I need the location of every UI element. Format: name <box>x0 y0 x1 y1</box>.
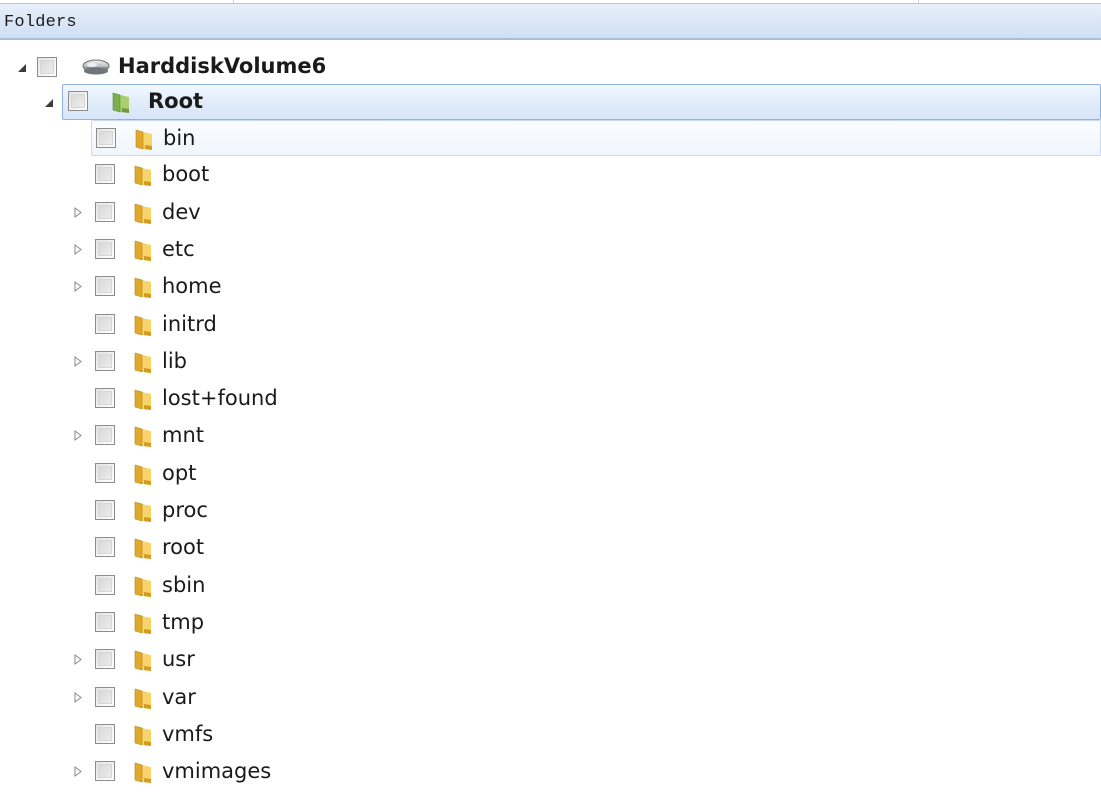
tree-node-folder[interactable]: bin <box>91 120 1101 156</box>
folder-checkbox[interactable] <box>95 761 115 782</box>
folder-checkbox[interactable] <box>95 649 115 670</box>
folder-label: lost+found <box>162 386 278 411</box>
collapsed-arrow-icon[interactable] <box>73 206 83 218</box>
folder-label: initrd <box>162 311 217 336</box>
folder-icon <box>134 762 151 784</box>
hard-drive-icon <box>82 59 110 75</box>
tree-node-folder[interactable]: lib <box>0 344 1101 380</box>
folder-icon <box>134 315 151 336</box>
tree-node-folder[interactable]: initrd <box>0 307 1101 343</box>
volume-label: HarddiskVolume6 <box>118 54 327 78</box>
folder-icon <box>134 165 151 187</box>
folder-checkbox[interactable] <box>95 574 115 595</box>
folder-label: vmfs <box>162 721 214 746</box>
folder-checkbox[interactable] <box>95 723 115 744</box>
folder-label: boot <box>162 162 210 187</box>
folder-checkbox[interactable] <box>95 164 115 185</box>
folder-icon <box>134 501 151 522</box>
collapsed-arrow-icon[interactable] <box>73 281 83 293</box>
folder-icon <box>134 203 151 224</box>
folder-checkbox[interactable] <box>95 388 115 409</box>
folder-icon <box>112 92 129 113</box>
tree-node-folder[interactable]: etc <box>0 232 1101 268</box>
tree-node-folder[interactable]: root <box>0 530 1101 566</box>
root-label: Root <box>148 89 204 113</box>
tree-node-folder[interactable]: boot <box>0 157 1101 193</box>
folder-checkbox[interactable] <box>95 201 115 222</box>
folder-label: opt <box>162 460 197 485</box>
folder-icon <box>134 613 151 634</box>
folder-icon <box>134 688 151 709</box>
tree-node-folder[interactable]: vmfs <box>0 717 1101 753</box>
folder-checkbox[interactable] <box>95 350 115 371</box>
folder-label: var <box>162 684 196 709</box>
folder-checkbox[interactable] <box>95 611 115 632</box>
volume-checkbox[interactable] <box>37 57 57 77</box>
collapsed-arrow-icon[interactable] <box>73 243 83 255</box>
folder-checkbox[interactable] <box>95 537 115 558</box>
folder-icon <box>134 725 151 746</box>
panel-title: Folders <box>4 13 77 32</box>
collapsed-arrow-icon[interactable] <box>73 691 83 703</box>
tree-node-volume[interactable]: HarddiskVolume6 <box>0 50 1101 86</box>
folder-label: home <box>162 274 222 299</box>
collapsed-arrow-icon[interactable] <box>73 430 83 442</box>
folder-icon <box>134 389 151 411</box>
tree-node-folder-partial[interactable] <box>0 791 1101 797</box>
folder-icon <box>134 352 151 373</box>
folder-checkbox[interactable] <box>95 276 115 297</box>
folder-icon <box>134 464 151 485</box>
tree-node-folder[interactable]: proc <box>0 493 1101 529</box>
tree-node-folder[interactable]: dev <box>0 195 1101 231</box>
folder-label: sbin <box>162 572 206 597</box>
root-checkbox[interactable] <box>68 91 88 111</box>
folders-header: Folders <box>0 3 1101 40</box>
folder-label: mnt <box>162 423 204 448</box>
tree-node-folder[interactable]: sbin <box>0 568 1101 604</box>
folder-label: lib <box>162 348 187 373</box>
folder-checkbox[interactable] <box>95 313 115 334</box>
folder-checkbox[interactable] <box>95 500 115 520</box>
tree-node-root[interactable]: Root <box>45 84 1101 120</box>
folder-label: root <box>162 535 205 560</box>
tree-node-folder[interactable]: lost+found <box>0 381 1101 417</box>
folder-icon <box>134 240 151 261</box>
tree-node-folder[interactable]: home <box>0 269 1101 305</box>
folder-label: proc <box>162 498 208 522</box>
folder-icon <box>134 650 151 672</box>
folder-checkbox[interactable] <box>95 462 115 483</box>
folder-icon <box>134 426 151 448</box>
folder-icon <box>134 538 151 560</box>
folder-icon <box>134 277 151 299</box>
folder-checkbox[interactable] <box>95 425 115 446</box>
folder-label: dev <box>162 199 201 224</box>
folder-label: etc <box>162 236 195 261</box>
folder-checkbox[interactable] <box>95 686 115 707</box>
folder-label: tmp <box>162 609 205 634</box>
collapsed-arrow-icon[interactable] <box>73 766 83 778</box>
folder-checkbox[interactable] <box>96 128 116 148</box>
tree-node-folder[interactable]: tmp <box>0 605 1101 641</box>
folder-checkbox[interactable] <box>95 238 115 259</box>
collapsed-arrow-icon[interactable] <box>73 355 83 367</box>
collapsed-arrow-icon[interactable] <box>73 654 83 666</box>
tree-node-folder[interactable]: usr <box>0 642 1101 678</box>
folders-panel: Folders HarddiskVolume6 Root bin boot de… <box>0 0 1101 797</box>
folder-label: bin <box>163 126 196 150</box>
expanded-arrow-icon[interactable] <box>44 97 54 108</box>
folder-label: usr <box>162 647 195 672</box>
tree-node-folder[interactable]: var <box>0 680 1101 716</box>
tree-node-folder[interactable]: vmimages <box>0 754 1101 790</box>
expanded-arrow-icon[interactable] <box>17 62 27 73</box>
folder-icon <box>134 576 151 597</box>
tree-node-folder[interactable]: opt <box>0 456 1101 492</box>
folder-icon <box>135 129 152 150</box>
tree-node-folder[interactable]: mnt <box>0 418 1101 454</box>
folder-label: vmimages <box>162 759 272 784</box>
